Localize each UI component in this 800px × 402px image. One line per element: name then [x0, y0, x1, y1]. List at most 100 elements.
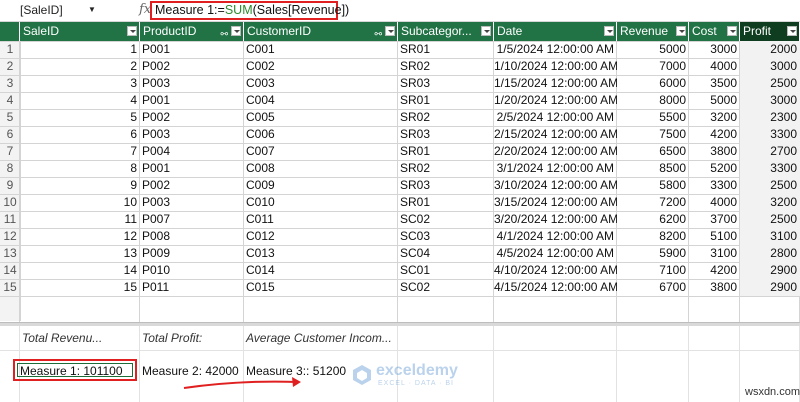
table-cell[interactable]: P002 — [140, 177, 244, 194]
table-cell[interactable]: C014 — [244, 262, 398, 279]
row-number[interactable]: 2 — [0, 58, 20, 75]
table-cell[interactable]: SR03 — [398, 126, 494, 143]
table-cell[interactable]: P009 — [140, 245, 244, 262]
table-cell[interactable]: C006 — [244, 126, 398, 143]
column-header[interactable]: Date — [494, 22, 617, 41]
chevron-down-icon[interactable]: ▼ — [88, 1, 96, 19]
column-header[interactable]: Revenue — [617, 22, 689, 41]
filter-dropdown-icon[interactable] — [127, 26, 137, 36]
table-cell[interactable]: P002 — [140, 109, 244, 126]
table-cell[interactable]: C008 — [244, 160, 398, 177]
table-cell[interactable]: 4 — [20, 92, 140, 109]
table-cell[interactable]: 3300 — [740, 160, 800, 177]
table-cell[interactable]: 3300 — [689, 177, 740, 194]
column-header[interactable]: Cost — [689, 22, 740, 41]
table-cell[interactable]: 3/1/2024 12:00:00 AM — [494, 160, 617, 177]
table-cell[interactable]: 3500 — [689, 75, 740, 92]
table-cell[interactable]: 13 — [20, 245, 140, 262]
table-cell[interactable]: P001 — [140, 41, 244, 58]
table-cell[interactable]: SR02 — [398, 109, 494, 126]
table-cell[interactable]: 7 — [20, 143, 140, 160]
table-cell[interactable]: 3200 — [689, 109, 740, 126]
table-cell[interactable]: 6700 — [617, 279, 689, 296]
table-cell[interactable]: 10 — [20, 194, 140, 211]
table-cell[interactable]: 1/15/2024 12:00:00 AM — [494, 75, 617, 92]
filter-dropdown-icon[interactable] — [787, 26, 797, 36]
table-cell[interactable]: P002 — [140, 58, 244, 75]
row-number[interactable]: 6 — [0, 126, 20, 143]
column-header[interactable]: Subcategor... — [398, 22, 494, 41]
table-cell[interactable]: 5500 — [617, 109, 689, 126]
table-cell[interactable]: C007 — [244, 143, 398, 160]
table-cell[interactable]: 12 — [20, 228, 140, 245]
table-cell[interactable]: SC04 — [398, 245, 494, 262]
table-cell[interactable]: 1/10/2024 12:00:00 AM — [494, 58, 617, 75]
table-cell[interactable]: 2700 — [740, 143, 800, 160]
row-number[interactable]: 1 — [0, 41, 20, 58]
table-cell[interactable]: 3800 — [689, 143, 740, 160]
name-box[interactable]: [SaleID] ▼ — [2, 1, 134, 19]
table-cell[interactable]: P008 — [140, 228, 244, 245]
table-cell[interactable]: 3000 — [740, 92, 800, 109]
table-cell[interactable]: 4000 — [689, 58, 740, 75]
table-cell[interactable]: 5 — [20, 109, 140, 126]
measure-value[interactable]: Measure 1: 101100 — [20, 364, 123, 378]
table-cell[interactable]: SC02 — [398, 279, 494, 296]
table-cell[interactable]: 3200 — [740, 194, 800, 211]
row-number[interactable]: 12 — [0, 228, 20, 245]
column-header[interactable]: Profit — [740, 22, 800, 41]
table-cell[interactable]: 1 — [20, 41, 140, 58]
table-cell[interactable]: 3000 — [689, 41, 740, 58]
table-cell[interactable]: C002 — [244, 58, 398, 75]
column-header[interactable]: CustomerID ⚯ — [244, 22, 398, 41]
table-cell[interactable]: 3/10/2024 12:00:00 AM — [494, 177, 617, 194]
table-cell[interactable]: 7200 — [617, 194, 689, 211]
table-cell[interactable]: 1/20/2024 12:00:00 AM — [494, 92, 617, 109]
table-cell[interactable]: C003 — [244, 75, 398, 92]
table-cell[interactable]: SR03 — [398, 75, 494, 92]
calc-header[interactable]: Total Revenu... — [22, 331, 102, 345]
table-cell[interactable]: P010 — [140, 262, 244, 279]
row-number[interactable]: 10 — [0, 194, 20, 211]
table-cell[interactable]: 2300 — [740, 109, 800, 126]
table-cell[interactable]: 3/20/2024 12:00:00 AM — [494, 211, 617, 228]
row-number[interactable]: 14 — [0, 262, 20, 279]
filter-dropdown-icon[interactable] — [604, 26, 614, 36]
row-number[interactable]: 4 — [0, 92, 20, 109]
filter-dropdown-icon[interactable] — [481, 26, 491, 36]
table-cell[interactable]: 1/5/2024 12:00:00 AM — [494, 41, 617, 58]
table-cell[interactable]: 8500 — [617, 160, 689, 177]
table-cell[interactable]: 11 — [20, 211, 140, 228]
table-cell[interactable]: P007 — [140, 211, 244, 228]
table-cell[interactable]: 4200 — [689, 262, 740, 279]
table-cell[interactable]: C009 — [244, 177, 398, 194]
table-cell[interactable]: 4200 — [689, 126, 740, 143]
table-cell[interactable]: 4/5/2024 12:00:00 AM — [494, 245, 617, 262]
filter-dropdown-icon[interactable] — [676, 26, 686, 36]
table-cell[interactable]: SR01 — [398, 194, 494, 211]
table-cell[interactable]: 8200 — [617, 228, 689, 245]
table-cell[interactable]: P001 — [140, 160, 244, 177]
table-cell[interactable]: 6 — [20, 126, 140, 143]
table-cell[interactable]: P003 — [140, 194, 244, 211]
calc-header[interactable]: Average Customer Incom... — [246, 331, 392, 345]
table-cell[interactable]: 4/15/2024 12:00:00 AM — [494, 279, 617, 296]
table-cell[interactable]: SR02 — [398, 58, 494, 75]
table-cell[interactable]: 7000 — [617, 58, 689, 75]
table-cell[interactable]: 2900 — [740, 262, 800, 279]
row-number[interactable]: 11 — [0, 211, 20, 228]
table-cell[interactable]: C005 — [244, 109, 398, 126]
table-cell[interactable]: SR03 — [398, 177, 494, 194]
table-cell[interactable]: SR02 — [398, 160, 494, 177]
table-cell[interactable]: 3300 — [740, 126, 800, 143]
table-cell[interactable]: C001 — [244, 41, 398, 58]
table-cell[interactable]: 2500 — [740, 75, 800, 92]
table-cell[interactable]: 2500 — [740, 211, 800, 228]
table-cell[interactable]: 7100 — [617, 262, 689, 279]
table-cell[interactable]: 3100 — [689, 245, 740, 262]
table-cell[interactable]: 6000 — [617, 75, 689, 92]
table-cell[interactable]: 9 — [20, 177, 140, 194]
table-cell[interactable]: 2 — [20, 58, 140, 75]
table-cell[interactable]: 2800 — [740, 245, 800, 262]
row-number[interactable]: 15 — [0, 279, 20, 296]
